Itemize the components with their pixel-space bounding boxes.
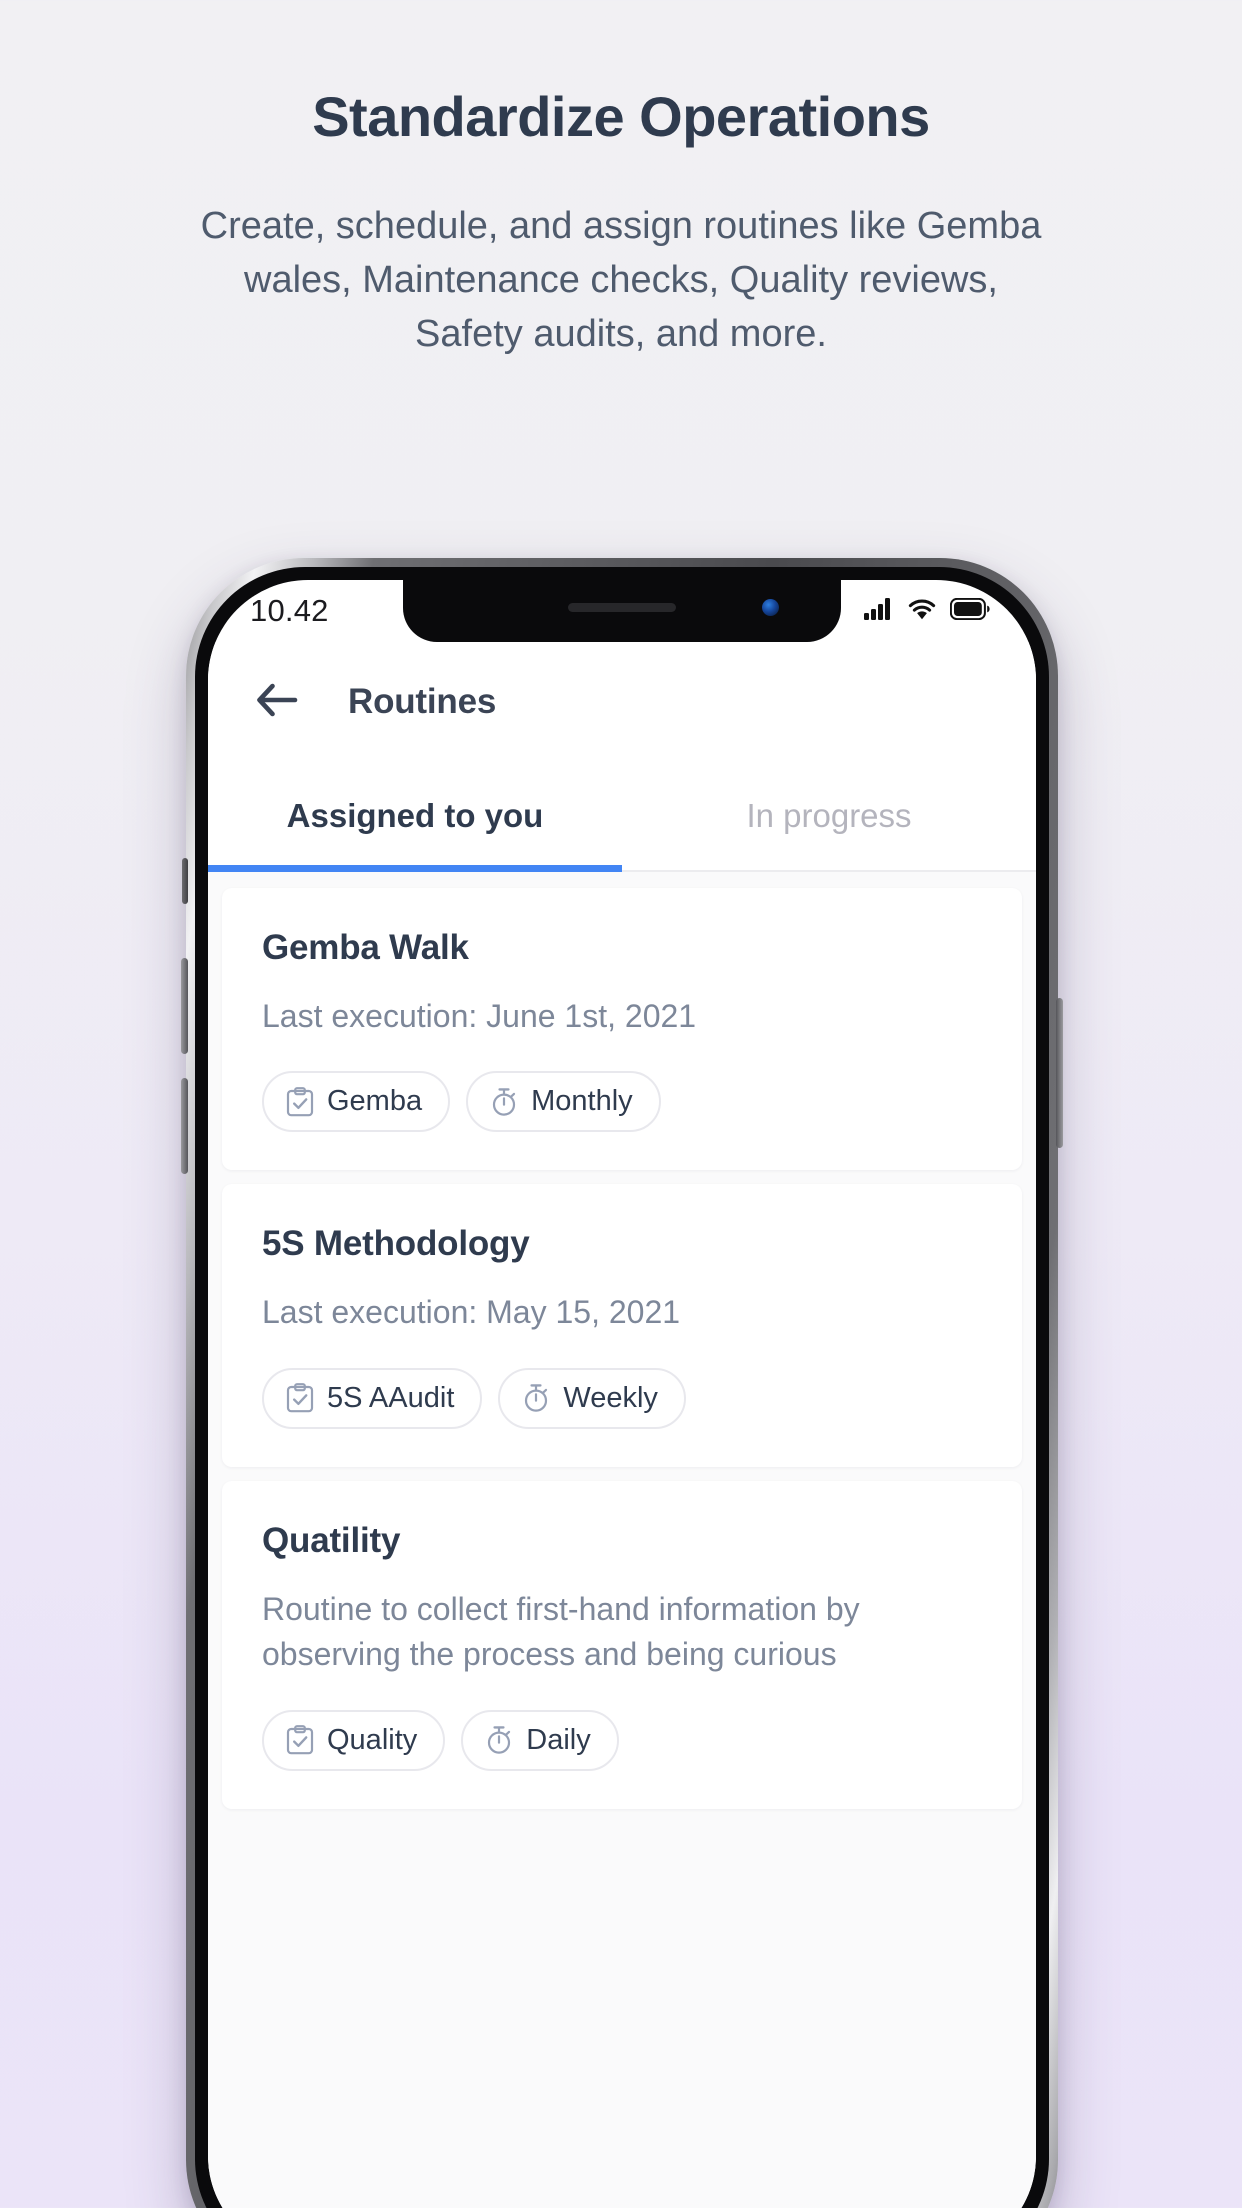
- routine-card[interactable]: Gemba Walk Last execution: June 1st, 202…: [222, 888, 1022, 1171]
- tab-bar: Assigned to you In progress: [208, 762, 1036, 872]
- front-camera: [762, 599, 779, 616]
- earpiece-speaker: [568, 603, 676, 612]
- phone-silent-switch[interactable]: [182, 858, 188, 904]
- stopwatch-icon: [485, 1725, 513, 1755]
- back-button[interactable]: [248, 673, 306, 731]
- clipboard-check-icon: [286, 1725, 314, 1755]
- phone-volume-up-button[interactable]: [181, 958, 188, 1054]
- phone-notch: [403, 580, 841, 642]
- phone-volume-down-button[interactable]: [181, 1078, 188, 1174]
- routine-subtitle: Last execution: June 1st, 2021: [262, 998, 697, 1034]
- stopwatch-icon: [490, 1087, 518, 1117]
- phone-screen: 10.42 Routines Assigned to you In progre…: [208, 580, 1036, 2208]
- routines-list[interactable]: Gemba Walk Last execution: June 1st, 202…: [208, 872, 1036, 2208]
- clipboard-check-icon: [286, 1383, 314, 1413]
- phone-power-button[interactable]: [1056, 998, 1063, 1148]
- routine-chips: 5S AAudit Weekly: [262, 1367, 982, 1429]
- routine-frequency-chip[interactable]: Weekly: [498, 1367, 686, 1429]
- promo-subtitle: Create, schedule, and assign routines li…: [200, 204, 1042, 355]
- app-header: Routines: [208, 642, 1036, 762]
- page-title: Routines: [348, 682, 497, 721]
- routine-chips: Quality Daily: [262, 1709, 982, 1771]
- routine-frequency-chip[interactable]: Monthly: [466, 1071, 661, 1133]
- routine-chips: Gemba Monthly: [262, 1071, 982, 1133]
- arrow-left-icon: [256, 683, 298, 722]
- routine-title: Gemba Walk: [262, 928, 469, 967]
- routine-card[interactable]: 5S Methodology Last execution: May 15, 2…: [222, 1184, 1022, 1467]
- routine-category-chip[interactable]: Gemba: [262, 1071, 451, 1133]
- stopwatch-icon: [522, 1383, 550, 1413]
- promo-title: Standardize Operations: [312, 85, 930, 148]
- phone-mockup: 10.42 Routines Assigned to you In progre…: [181, 558, 1063, 2208]
- tab-label: In progress: [746, 797, 912, 834]
- tab-in-progress[interactable]: In progress: [622, 762, 1036, 870]
- clipboard-check-icon: [286, 1087, 314, 1117]
- routine-category-chip[interactable]: Quality: [262, 1709, 446, 1771]
- routine-title: Quatility: [262, 1520, 401, 1560]
- chip-label: Daily: [526, 1723, 591, 1756]
- chip-label: Quality: [327, 1723, 418, 1756]
- tab-assigned-to-you[interactable]: Assigned to you: [208, 762, 622, 872]
- routine-card[interactable]: Quatility Routine to collect first-hand …: [222, 1480, 1022, 1809]
- tab-label: Assigned to you: [286, 797, 544, 834]
- wifi-icon: [907, 598, 937, 625]
- chip-label: Weekly: [563, 1381, 658, 1414]
- cellular-signal-icon: [864, 597, 894, 625]
- routine-frequency-chip[interactable]: Daily: [461, 1709, 619, 1771]
- promo-header: Standardize Operations Create, schedule,…: [0, 0, 1242, 361]
- chip-label: Gemba: [327, 1085, 423, 1118]
- routine-subtitle: Last execution: May 15, 2021: [262, 1294, 681, 1331]
- chip-label: 5S AAudit: [327, 1381, 455, 1414]
- status-time: 10.42: [250, 593, 329, 628]
- routine-category-chip[interactable]: 5S AAudit: [262, 1367, 483, 1429]
- status-icons: [864, 597, 990, 625]
- battery-full-icon: [949, 597, 990, 625]
- chip-label: Monthly: [531, 1085, 633, 1118]
- routine-title: 5S Methodology: [262, 1224, 530, 1264]
- routine-subtitle: Routine to collect first-hand informatio…: [262, 1590, 860, 1673]
